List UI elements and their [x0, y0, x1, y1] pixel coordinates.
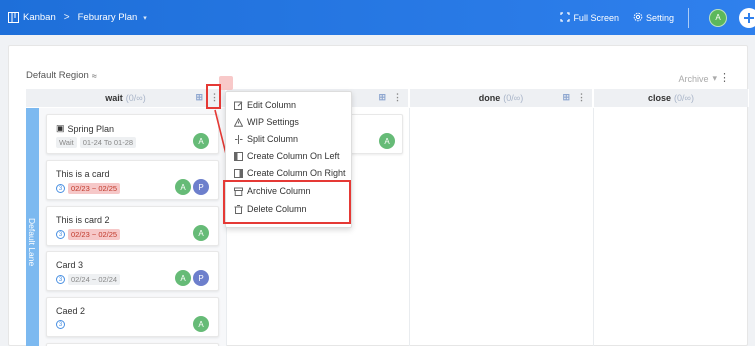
- add-card-icon[interactable]: ⊞: [562, 92, 570, 103]
- card-title: Spring Plan: [67, 123, 115, 134]
- number-badge: 3: [56, 230, 65, 239]
- chevron-down-icon: ▾: [712, 73, 717, 83]
- more-icon[interactable]: ⋮: [577, 92, 586, 103]
- menu-item-edit-column[interactable]: Edit Column: [234, 100, 296, 110]
- setting-button[interactable]: Setting: [633, 12, 674, 24]
- divider: [688, 7, 689, 28]
- chevron-down-icon[interactable]: ▾: [143, 14, 147, 22]
- full-screen-button[interactable]: Full Screen: [560, 11, 619, 24]
- card-title: Card 3: [56, 260, 84, 270]
- avatar[interactable]: A: [193, 133, 209, 149]
- status-badge: Wait: [56, 137, 77, 148]
- menu-item-create-right[interactable]: Create Column On Right: [234, 168, 346, 178]
- collapse-icon[interactable]: ≈: [92, 71, 97, 81]
- breadcrumb-plan[interactable]: Feburary Plan: [78, 12, 138, 23]
- avatar[interactable]: A: [175, 179, 191, 195]
- card[interactable]: This is card 2 3 02/23 ~ 02/25 A: [46, 206, 219, 246]
- menu-label: Create Column On Left: [247, 151, 340, 161]
- plus-icon: [744, 12, 754, 23]
- card-title: Caed 2: [56, 306, 86, 316]
- avatar[interactable]: A: [193, 225, 209, 241]
- date-range: 01-24 To 01-28: [79, 137, 137, 148]
- full-screen-label: Full Screen: [573, 12, 619, 23]
- menu-item-wip-settings[interactable]: WIP Settings: [234, 117, 299, 127]
- avatar[interactable]: P: [193, 179, 209, 195]
- region-title: Default Region: [26, 70, 89, 81]
- add-card-icon[interactable]: ⊞: [378, 92, 386, 103]
- avatar[interactable]: A: [175, 270, 191, 286]
- archive-label: Archive: [678, 73, 709, 84]
- menu-label: Edit Column: [247, 100, 297, 110]
- number-badge: 3: [56, 275, 65, 284]
- breadcrumb-kanban[interactable]: Kanban: [23, 12, 56, 23]
- number-badge: 3: [56, 184, 65, 193]
- wip-limit: (0/∞): [125, 93, 146, 103]
- column-title: close: [648, 93, 672, 103]
- setting-label: Setting: [645, 12, 674, 23]
- wip-limit: (0/∞): [503, 93, 524, 103]
- column-body-close: [594, 108, 749, 346]
- column-body-done: [410, 108, 594, 346]
- calendar-icon: ▣: [56, 123, 65, 133]
- add-button[interactable]: [739, 7, 755, 28]
- number-badge: 3: [56, 320, 65, 329]
- archive-dropdown[interactable]: Archive ▾: [678, 73, 717, 84]
- column-header-done: done (0/∞) ⊞ ⋮: [410, 89, 593, 107]
- date-range: 02/23 ~ 02/25: [68, 229, 121, 240]
- more-icon[interactable]: ⋮: [393, 92, 402, 103]
- fullscreen-icon: [560, 11, 571, 24]
- top-bar: Kanban > Feburary Plan ▾ Full Screen Set…: [0, 0, 755, 35]
- column-title: wait: [105, 93, 123, 103]
- card[interactable]: Caed 2 3 A: [46, 297, 219, 337]
- gear-icon: [633, 12, 643, 24]
- column-left-icon: [234, 151, 243, 161]
- card[interactable]: ▣ Spring Plan Wait 01-24 To 01-28 A: [46, 114, 219, 154]
- drag-ghost: [219, 76, 233, 90]
- date-range: 02/24 ~ 02/24: [68, 274, 121, 285]
- menu-item-split-column[interactable]: Split Column: [234, 134, 298, 144]
- kanban-icon[interactable]: [8, 12, 19, 23]
- avatar[interactable]: A: [193, 316, 209, 332]
- menu-item-create-left[interactable]: Create Column On Left: [234, 151, 340, 161]
- menu-label: Create Column On Right: [247, 168, 346, 178]
- edit-icon: [234, 101, 243, 110]
- lane-label: Default Lane: [27, 218, 37, 267]
- date-range: 02/23 ~ 02/25: [68, 183, 121, 194]
- board-panel: Default Region ≈ Archive ▾ ⋮ Default Lan…: [8, 45, 749, 346]
- highlight-box: [223, 180, 351, 224]
- add-card-icon[interactable]: ⊞: [195, 92, 203, 103]
- avatar[interactable]: P: [193, 270, 209, 286]
- split-icon: [234, 134, 243, 144]
- avatar[interactable]: A: [379, 133, 395, 149]
- column-header-wait: wait (0/∞) ⊞ ⋮: [26, 89, 226, 107]
- menu-label: Split Column: [247, 134, 299, 144]
- card[interactable]: A: [345, 114, 403, 154]
- region-header[interactable]: Default Region ≈: [26, 70, 97, 81]
- highlight-box: [206, 84, 221, 109]
- swimlane: Default Lane: [26, 108, 39, 346]
- menu-label: WIP Settings: [247, 117, 299, 127]
- card[interactable]: Card 3 3 02/24 ~ 02/24 AP: [46, 251, 219, 291]
- column-header-close: close (0/∞): [594, 89, 749, 107]
- card[interactable]: This is a card 3 02/23 ~ 02/25 AP: [46, 160, 219, 200]
- warning-icon: [234, 117, 243, 127]
- user-avatar[interactable]: A: [709, 8, 727, 27]
- column-title: done: [478, 93, 501, 103]
- card-title: This is card 2: [56, 215, 110, 225]
- breadcrumb-separator: >: [63, 12, 70, 23]
- card-title: This is a card: [56, 169, 110, 179]
- region-more-icon[interactable]: ⋮: [719, 71, 730, 84]
- column-right-icon: [234, 168, 243, 178]
- wip-limit: (0/∞): [674, 93, 694, 103]
